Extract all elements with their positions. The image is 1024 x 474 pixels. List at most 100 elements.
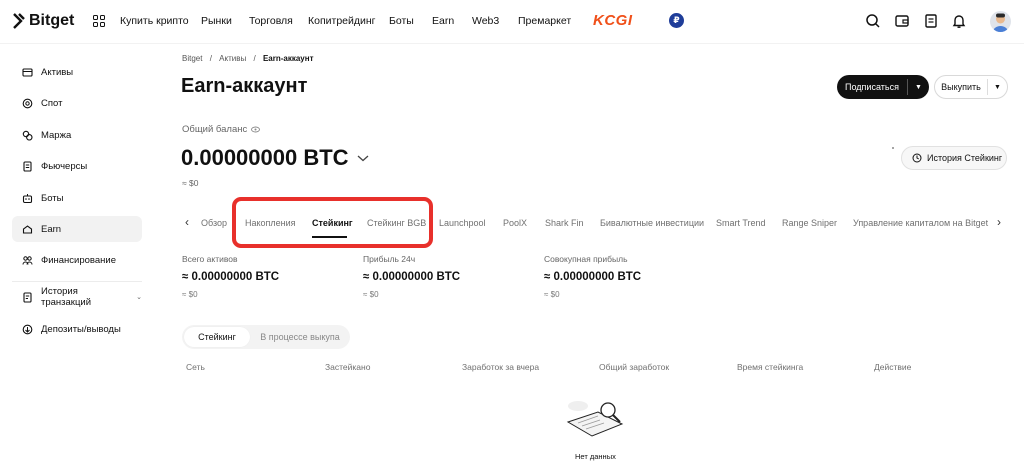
financing-icon [22,255,33,265]
nav-buy-crypto[interactable]: Купить крипто [120,15,189,27]
redeem-label: Выкупить [941,82,981,92]
avatar[interactable] [990,11,1011,32]
segment-staking[interactable]: Стейкинг [184,327,250,347]
top-nav: Bitget Купить крипто Рынки Торговля Копи… [0,0,1024,44]
stat-total-assets-label: Всего активов [182,254,238,264]
balance-value-row: 0.00000000 BTC [181,145,369,171]
stat-total-assets-fiat: ≈ $0 [182,290,198,299]
sidebar-item-label: Финансирование [41,254,116,266]
tab-poolx[interactable]: PoolX [503,218,527,228]
stat-profit-24h-fiat: ≈ $0 [363,290,379,299]
sidebar-item-label: Боты [41,192,64,204]
stat-total-profit-fiat: ≈ $0 [544,290,560,299]
sidebar-item-history[interactable]: История транзакций ⌄ [12,284,142,310]
deposit-icon [22,324,33,334]
tab-range-sniper[interactable]: Range Sniper [782,218,837,228]
user-avatar-icon [993,13,1008,32]
empty-state-illustration [566,401,624,437]
spot-icon [22,98,33,108]
sidebar-item-label: Активы [41,66,74,78]
decorative-dot [892,147,894,149]
caret-down-icon[interactable]: ▼ [988,84,1007,91]
tabs-scroll-right-icon[interactable]: › [997,215,1001,229]
wallet-icon[interactable] [894,13,910,29]
subscribe-button[interactable]: Подписаться ▼ [837,75,929,99]
stat-total-assets-value: ≈ 0.00000000 BTC [182,271,280,283]
sidebar-item-spot[interactable]: Спот [12,90,142,116]
tab-smart-trend[interactable]: Smart Trend [716,218,766,228]
sidebar-item-label: Спот [41,97,63,109]
search-icon[interactable] [865,13,881,29]
orders-icon[interactable] [923,13,939,29]
sidebar-item-margin[interactable]: Маржа [12,122,142,148]
history-icon [23,291,32,303]
breadcrumb-item[interactable]: Активы [219,54,246,63]
column-network: Сеть [186,362,205,372]
chevron-down-icon: ⌄ [136,294,142,301]
tab-shark-fin[interactable]: Shark Fin [545,218,584,228]
sidebar-item-label: Маржа [41,129,72,141]
sidebar-item-label: Депозиты/выводы [41,323,121,335]
tab-overview[interactable]: Обзор [201,218,227,228]
sidebar-item-label: Фьючерсы [41,160,88,172]
tab-wealth-management[interactable]: Управление капиталом на Bitget [853,218,988,228]
breadcrumb-separator: / [253,54,256,63]
column-total-earnings: Общий заработок [599,362,670,372]
sidebar-item-futures[interactable]: Фьючерсы [12,153,142,179]
column-yesterday-earnings: Заработок за вчера [462,362,540,372]
caret-down-icon[interactable]: ▼ [908,84,929,91]
sidebar-divider [12,281,142,282]
column-action: Действие [874,362,912,372]
segment-redeeming[interactable]: В процессе выкупа [252,327,348,347]
breadcrumb-separator: / [209,54,212,63]
tab-dual-investment[interactable]: Бивалютные инвестиции [600,218,704,228]
balance-value: 0.00000000 BTC [181,145,349,170]
bitget-logo[interactable]: Bitget [12,12,74,30]
nav-premarket[interactable]: Премаркет [518,15,571,27]
sidebar-item-bots[interactable]: Боты [12,185,142,211]
sidebar-item-label: Earn [41,223,62,235]
sidebar-item-deposits[interactable]: Депозиты/выводы [12,316,142,342]
balance-fiat: ≈ $0 [182,178,199,188]
nav-copy-trading[interactable]: Копитрейдинг [308,15,375,27]
ruble-badge-icon[interactable]: ₽ [669,13,684,28]
nav-markets[interactable]: Рынки [201,15,232,27]
eye-icon[interactable] [251,126,261,133]
bots-icon [22,193,33,203]
chevron-down-icon[interactable] [357,154,369,162]
nav-trade[interactable]: Торговля [249,15,293,27]
subscribe-label: Подписаться [845,82,899,92]
stat-total-profit-value: ≈ 0.00000000 BTC [544,271,642,283]
kcgi-logo[interactable]: KCGI [593,12,633,29]
empty-state-text: Нет данных [575,452,616,461]
futures-icon [23,160,32,172]
column-staked: Застейкано [325,362,371,372]
staking-history-label: История Стейкинг [927,153,1003,163]
stat-total-profit-label: Совокупная прибыль [544,254,628,264]
stat-profit-24h-label: Прибыль 24ч [363,254,416,264]
breadcrumb: Bitget / Активы / Earn-аккаунт [182,54,314,63]
staking-history-button[interactable]: История Стейкинг [901,146,1007,170]
sidebar-item-assets[interactable]: Активы [12,59,142,85]
bell-icon[interactable] [951,13,967,29]
stat-profit-24h-value: ≈ 0.00000000 BTC [363,271,461,283]
tab-launchpool[interactable]: Launchpool [439,218,486,228]
nav-earn[interactable]: Earn [432,15,454,27]
sidebar-item-label: История транзакций [41,286,92,308]
tabs-scroll-left-icon[interactable]: ‹ [185,215,189,229]
breadcrumb-current: Earn-аккаунт [262,54,314,63]
bitget-logo-icon [13,13,25,29]
column-staking-time: Время стейкинга [737,362,804,372]
nav-bots[interactable]: Боты [389,15,414,27]
balance-label: Общий баланс [182,124,248,135]
sidebar-item-financing[interactable]: Финансирование [12,247,142,273]
annotation-highlight-box [232,197,433,248]
sidebar-item-earn[interactable]: Earn [12,216,142,242]
breadcrumb-item[interactable]: Bitget [182,54,202,63]
margin-icon [22,130,33,141]
page-title: Earn-аккаунт [181,75,308,97]
apps-grid-icon[interactable] [93,15,105,27]
nav-web3[interactable]: Web3 [472,15,499,27]
earn-icon [22,224,33,234]
redeem-button[interactable]: Выкупить ▼ [934,75,1008,99]
